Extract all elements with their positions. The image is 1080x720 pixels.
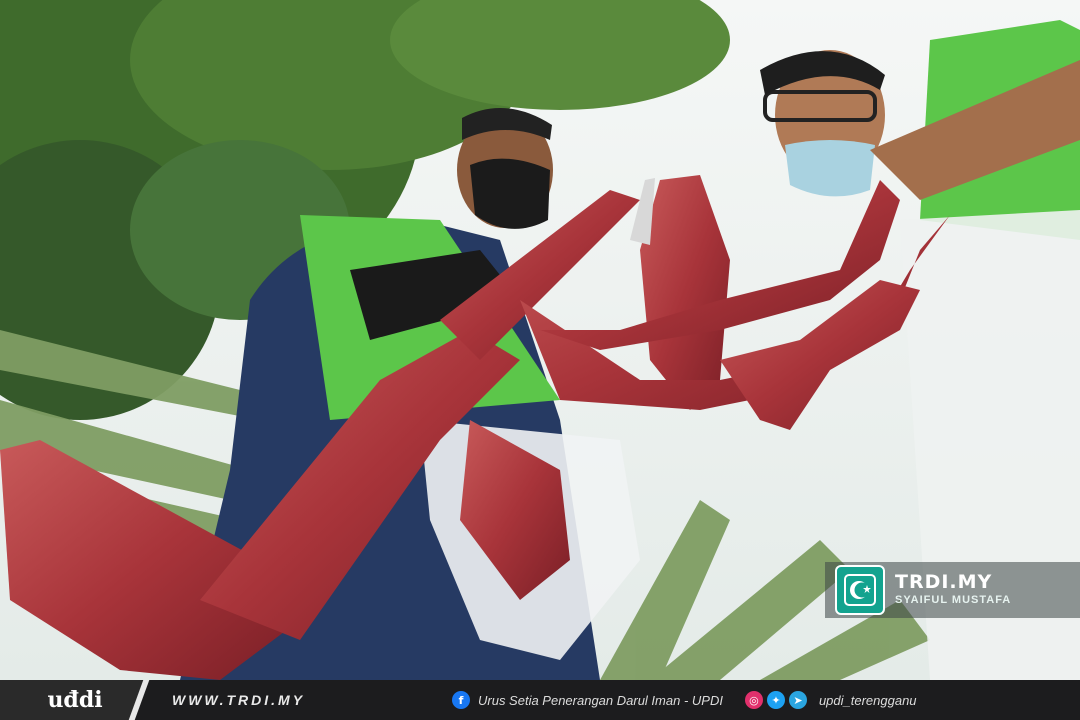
credit-author: SYAIFUL MUSTAFA — [895, 594, 1012, 607]
instagram-icon[interactable]: ◎ — [744, 691, 763, 709]
social-handle: updi_terengganu — [818, 692, 917, 708]
brand-mark: uđdi — [47, 687, 103, 713]
social-links[interactable]: ◎ ✦ ➤ updi_terengganu — [744, 691, 917, 709]
facebook-link[interactable]: f Urus Setia Penerangan Darul Iman - UPD… — [452, 691, 723, 709]
facebook-icon: f — [452, 691, 470, 709]
brand-logo: uđdi — [0, 680, 150, 720]
crescent-star-icon — [835, 565, 885, 615]
photo-credit-overlay: TRDI.MY SYAIFUL MUSTAFA — [825, 562, 1080, 618]
twitter-icon[interactable]: ✦ — [766, 691, 785, 709]
footer-bar: uđdi WWW.TRDI.MY f Urus Setia Penerangan… — [0, 680, 1080, 720]
facebook-label: Urus Setia Penerangan Darul Iman - UPDI — [478, 692, 723, 708]
credit-site: TRDI.MY — [895, 571, 993, 594]
telegram-icon[interactable]: ➤ — [788, 691, 807, 709]
website-link[interactable]: WWW.TRDI.MY — [172, 692, 412, 708]
